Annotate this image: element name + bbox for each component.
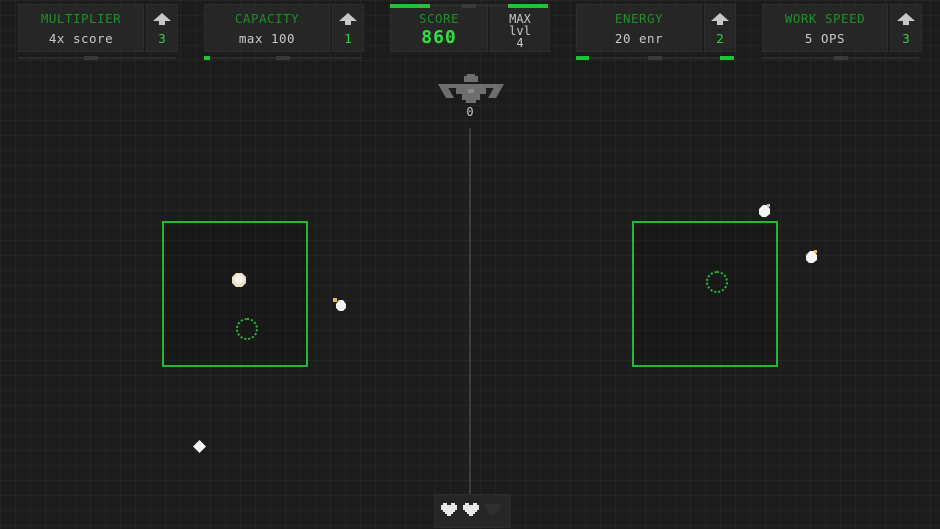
left-zone[interactable] xyxy=(162,221,308,367)
energy-level: 2 xyxy=(716,31,724,46)
energy-progress-end xyxy=(720,56,734,60)
work-speed-progress-bar xyxy=(762,56,920,60)
energy-box: ENERGY 20 enr xyxy=(576,4,702,52)
multiplier-panel: MULTIPLIER 4x score 3 xyxy=(18,4,178,60)
capacity-panel: CAPACITY max 100 1 xyxy=(204,4,364,60)
energy-value: 20 enr xyxy=(614,31,664,46)
game-stage[interactable]: MULTIPLIER 4x score 3 CAPACITY max 100 1 xyxy=(0,0,940,529)
work-speed-level: 3 xyxy=(902,31,910,46)
work-speed-value: 5 OPS xyxy=(804,31,846,46)
capacity-level: 1 xyxy=(344,31,352,46)
left-zone-target-ring xyxy=(236,318,258,340)
shield-empty-icon xyxy=(486,504,500,515)
center-divider xyxy=(469,128,471,494)
work-speed-box: WORK SPEED 5 OPS xyxy=(762,4,888,52)
energy-progress-bar xyxy=(576,56,734,60)
capacity-progress-bar xyxy=(204,56,362,60)
energy-upgrade-button[interactable]: 2 xyxy=(704,4,736,52)
lives-panel xyxy=(434,494,510,528)
multiplier-upgrade-button[interactable]: 3 xyxy=(146,4,178,52)
energy-panel: ENERGY 20 enr 2 xyxy=(576,4,736,60)
up-arrow-icon xyxy=(339,13,357,25)
max-level-box: MAX lvl 4 xyxy=(490,4,550,52)
capacity-title: CAPACITY xyxy=(234,11,300,26)
particle xyxy=(193,440,206,453)
multiplier-progress-bar xyxy=(18,56,176,60)
capacity-upgrade-button[interactable]: 1 xyxy=(332,4,364,52)
particle xyxy=(759,204,770,217)
heart-icon xyxy=(463,503,479,516)
energy-title: ENERGY xyxy=(614,11,664,26)
multiplier-title: MULTIPLIER xyxy=(40,11,122,26)
work-speed-panel: WORK SPEED 5 OPS 3 xyxy=(762,4,922,60)
multiplier-level: 3 xyxy=(158,31,166,46)
right-zone[interactable] xyxy=(632,221,778,367)
particle xyxy=(232,273,246,287)
score-box: SCORE 860 xyxy=(390,4,488,52)
capacity-value: max 100 xyxy=(238,31,296,46)
capacity-box: CAPACITY max 100 xyxy=(204,4,330,52)
max-level-value: 4 xyxy=(516,36,524,50)
heart-icon xyxy=(441,503,457,516)
work-speed-title: WORK SPEED xyxy=(784,11,866,26)
right-zone-target-ring xyxy=(706,271,728,293)
up-arrow-icon xyxy=(153,13,171,25)
particle xyxy=(333,298,346,311)
multiplier-value: 4x score xyxy=(48,31,114,46)
score-value: 860 xyxy=(421,27,457,48)
particle xyxy=(806,250,817,263)
multiplier-box: MULTIPLIER 4x score xyxy=(18,4,144,52)
turret-count: 0 xyxy=(466,105,474,119)
score-progress-right xyxy=(508,4,548,8)
turret-icon[interactable] xyxy=(434,74,508,104)
score-panel: SCORE 860 MAX lvl 4 xyxy=(390,4,550,52)
score-title: SCORE xyxy=(418,11,460,26)
work-speed-upgrade-button[interactable]: 3 xyxy=(890,4,922,52)
up-arrow-icon xyxy=(897,13,915,25)
score-progress-left xyxy=(390,4,430,8)
up-arrow-icon xyxy=(711,13,729,25)
